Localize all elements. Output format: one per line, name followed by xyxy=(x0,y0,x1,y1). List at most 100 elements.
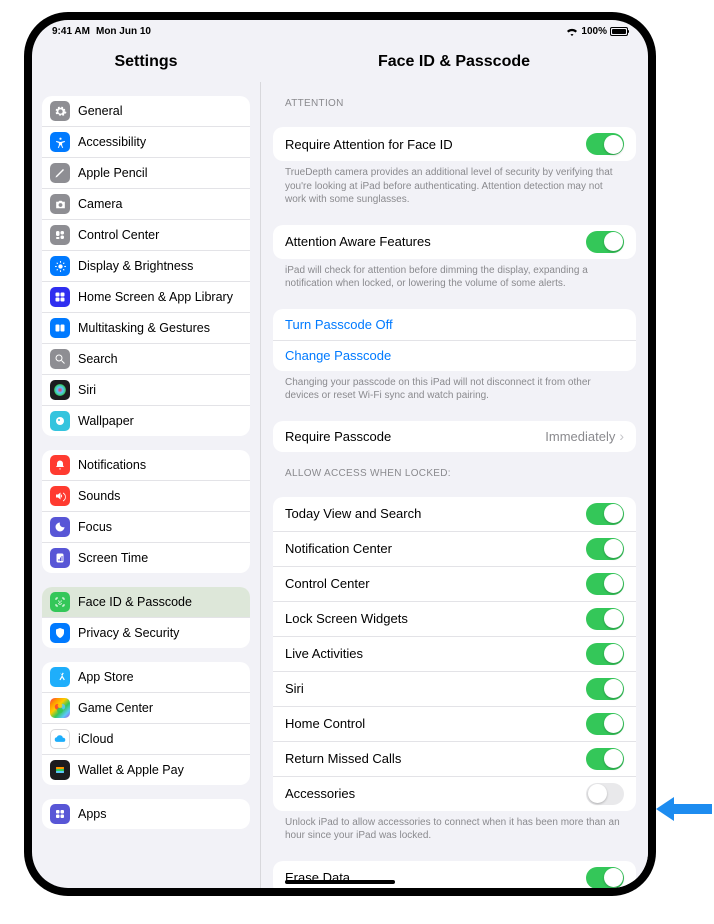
sidebar-item-label: Multitasking & Gestures xyxy=(78,321,240,335)
sidebar-item-wallet-apple-pay[interactable]: Wallet & Apple Pay xyxy=(42,754,250,785)
sidebar-item-sounds[interactable]: Sounds xyxy=(42,480,250,511)
change-passcode-footer: Changing your passcode on this iPad will… xyxy=(285,376,624,403)
display-icon xyxy=(50,256,70,276)
device-frame: 9:41 AM Mon Jun 10 100% Settings Face ID… xyxy=(24,12,656,896)
allow-label-notification-center: Notification Center xyxy=(285,541,586,556)
allow-label-siri: Siri xyxy=(285,681,586,696)
sidebar-item-label: Game Center xyxy=(78,701,240,715)
erase-data-toggle[interactable] xyxy=(586,867,624,889)
allow-label-home-control: Home Control xyxy=(285,716,586,731)
sidebar[interactable]: General Accessibility Apple Pencil Camera Co… xyxy=(32,82,260,888)
privacy-icon xyxy=(50,623,70,643)
sidebar-item-label: Display & Brightness xyxy=(78,259,240,273)
change-passcode-label: Change Passcode xyxy=(285,348,624,363)
allow-row-siri[interactable]: Siri xyxy=(273,671,636,706)
accessibility-icon xyxy=(50,132,70,152)
sidebar-item-camera[interactable]: Camera xyxy=(42,188,250,219)
wifi-icon xyxy=(566,27,578,36)
control-center-icon xyxy=(50,225,70,245)
allow-toggle-siri[interactable] xyxy=(586,678,624,700)
sidebar-item-label: Wallet & Apple Pay xyxy=(78,763,240,777)
sidebar-item-label: Camera xyxy=(78,197,240,211)
sidebar-item-label: Apple Pencil xyxy=(78,166,240,180)
allow-label-today-view-and-search: Today View and Search xyxy=(285,506,586,521)
require-attention-toggle[interactable] xyxy=(586,133,624,155)
allow-row-accessories[interactable]: Accessories xyxy=(273,776,636,811)
sidebar-item-accessibility[interactable]: Accessibility xyxy=(42,126,250,157)
callout-arrow-icon xyxy=(656,794,714,824)
sidebar-item-label: Notifications xyxy=(78,458,240,472)
faceid-icon xyxy=(50,592,70,612)
sidebar-item-siri[interactable]: Siri xyxy=(42,374,250,405)
attention-aware-row[interactable]: Attention Aware Features xyxy=(273,225,636,259)
allow-toggle-live-activities[interactable] xyxy=(586,643,624,665)
gear-icon xyxy=(50,101,70,121)
allow-footer: Unlock iPad to allow accessories to conn… xyxy=(285,816,624,843)
sidebar-item-display-brightness[interactable]: Display & Brightness xyxy=(42,250,250,281)
allow-row-home-control[interactable]: Home Control xyxy=(273,706,636,741)
allow-toggle-lock-screen-widgets[interactable] xyxy=(586,608,624,630)
require-attention-row[interactable]: Require Attention for Face ID xyxy=(273,127,636,161)
allow-label-return-missed-calls: Return Missed Calls xyxy=(285,751,586,766)
sidebar-item-apps[interactable]: Apps xyxy=(42,799,250,829)
turn-passcode-off-label: Turn Passcode Off xyxy=(285,317,624,332)
homescreen-icon xyxy=(50,287,70,307)
sidebar-item-general[interactable]: General xyxy=(42,96,250,126)
sidebar-item-face-id-passcode[interactable]: Face ID & Passcode xyxy=(42,587,250,617)
allow-label-lock-screen-widgets: Lock Screen Widgets xyxy=(285,611,586,626)
allow-toggle-control-center[interactable] xyxy=(586,573,624,595)
require-attention-footer: TrueDepth camera provides an additional … xyxy=(285,166,624,207)
header-row: Settings Face ID & Passcode xyxy=(32,42,648,82)
allow-toggle-today-view-and-search[interactable] xyxy=(586,503,624,525)
sidebar-item-privacy-security[interactable]: Privacy & Security xyxy=(42,617,250,648)
allow-label-accessories: Accessories xyxy=(285,786,586,801)
allow-toggle-return-missed-calls[interactable] xyxy=(586,748,624,770)
sidebar-item-label: Sounds xyxy=(78,489,240,503)
sidebar-item-focus[interactable]: Focus xyxy=(42,511,250,542)
sidebar-item-label: iCloud xyxy=(78,732,240,746)
allow-toggle-notification-center[interactable] xyxy=(586,538,624,560)
wallet-icon xyxy=(50,760,70,780)
status-date: Mon Jun 10 xyxy=(96,26,151,37)
search-icon xyxy=(50,349,70,369)
sidebar-item-wallpaper[interactable]: Wallpaper xyxy=(42,405,250,436)
sidebar-item-label: General xyxy=(78,104,240,118)
sidebar-item-home-screen-app-library[interactable]: Home Screen & App Library xyxy=(42,281,250,312)
sidebar-item-app-store[interactable]: App Store xyxy=(42,662,250,692)
detail-pane[interactable]: Attention Require Attention for Face ID … xyxy=(260,82,648,888)
change-passcode-row[interactable]: Change Passcode xyxy=(273,340,636,371)
sidebar-item-label: Siri xyxy=(78,383,240,397)
sidebar-item-label: Accessibility xyxy=(78,135,240,149)
sidebar-item-label: Screen Time xyxy=(78,551,240,565)
allow-row-notification-center[interactable]: Notification Center xyxy=(273,531,636,566)
apps-icon xyxy=(50,804,70,824)
sidebar-item-label: App Store xyxy=(78,670,240,684)
sidebar-item-label: Privacy & Security xyxy=(78,626,240,640)
allow-toggle-accessories[interactable] xyxy=(586,783,624,805)
detail-title: Face ID & Passcode xyxy=(260,42,648,82)
attention-aware-toggle[interactable] xyxy=(586,231,624,253)
attention-aware-footer: iPad will check for attention before dim… xyxy=(285,264,624,291)
allow-row-lock-screen-widgets[interactable]: Lock Screen Widgets xyxy=(273,601,636,636)
turn-passcode-off-row[interactable]: Turn Passcode Off xyxy=(273,309,636,340)
status-time: 9:41 AM xyxy=(52,26,90,37)
allow-row-return-missed-calls[interactable]: Return Missed Calls xyxy=(273,741,636,776)
allow-toggle-home-control[interactable] xyxy=(586,713,624,735)
sidebar-item-apple-pencil[interactable]: Apple Pencil xyxy=(42,157,250,188)
require-passcode-row[interactable]: Require Passcode Immediately › xyxy=(273,421,636,452)
attention-aware-label: Attention Aware Features xyxy=(285,234,586,249)
home-indicator xyxy=(285,880,395,884)
sidebar-item-game-center[interactable]: Game Center xyxy=(42,692,250,723)
allow-label-control-center: Control Center xyxy=(285,576,586,591)
sidebar-item-multitasking-gestures[interactable]: Multitasking & Gestures xyxy=(42,312,250,343)
sidebar-item-icloud[interactable]: iCloud xyxy=(42,723,250,754)
sidebar-item-control-center[interactable]: Control Center xyxy=(42,219,250,250)
sidebar-item-screen-time[interactable]: Screen Time xyxy=(42,542,250,573)
sidebar-item-notifications[interactable]: Notifications xyxy=(42,450,250,480)
sounds-icon xyxy=(50,486,70,506)
sidebar-item-label: Search xyxy=(78,352,240,366)
allow-row-control-center[interactable]: Control Center xyxy=(273,566,636,601)
sidebar-item-search[interactable]: Search xyxy=(42,343,250,374)
allow-row-live-activities[interactable]: Live Activities xyxy=(273,636,636,671)
allow-row-today-view-and-search[interactable]: Today View and Search xyxy=(273,497,636,531)
